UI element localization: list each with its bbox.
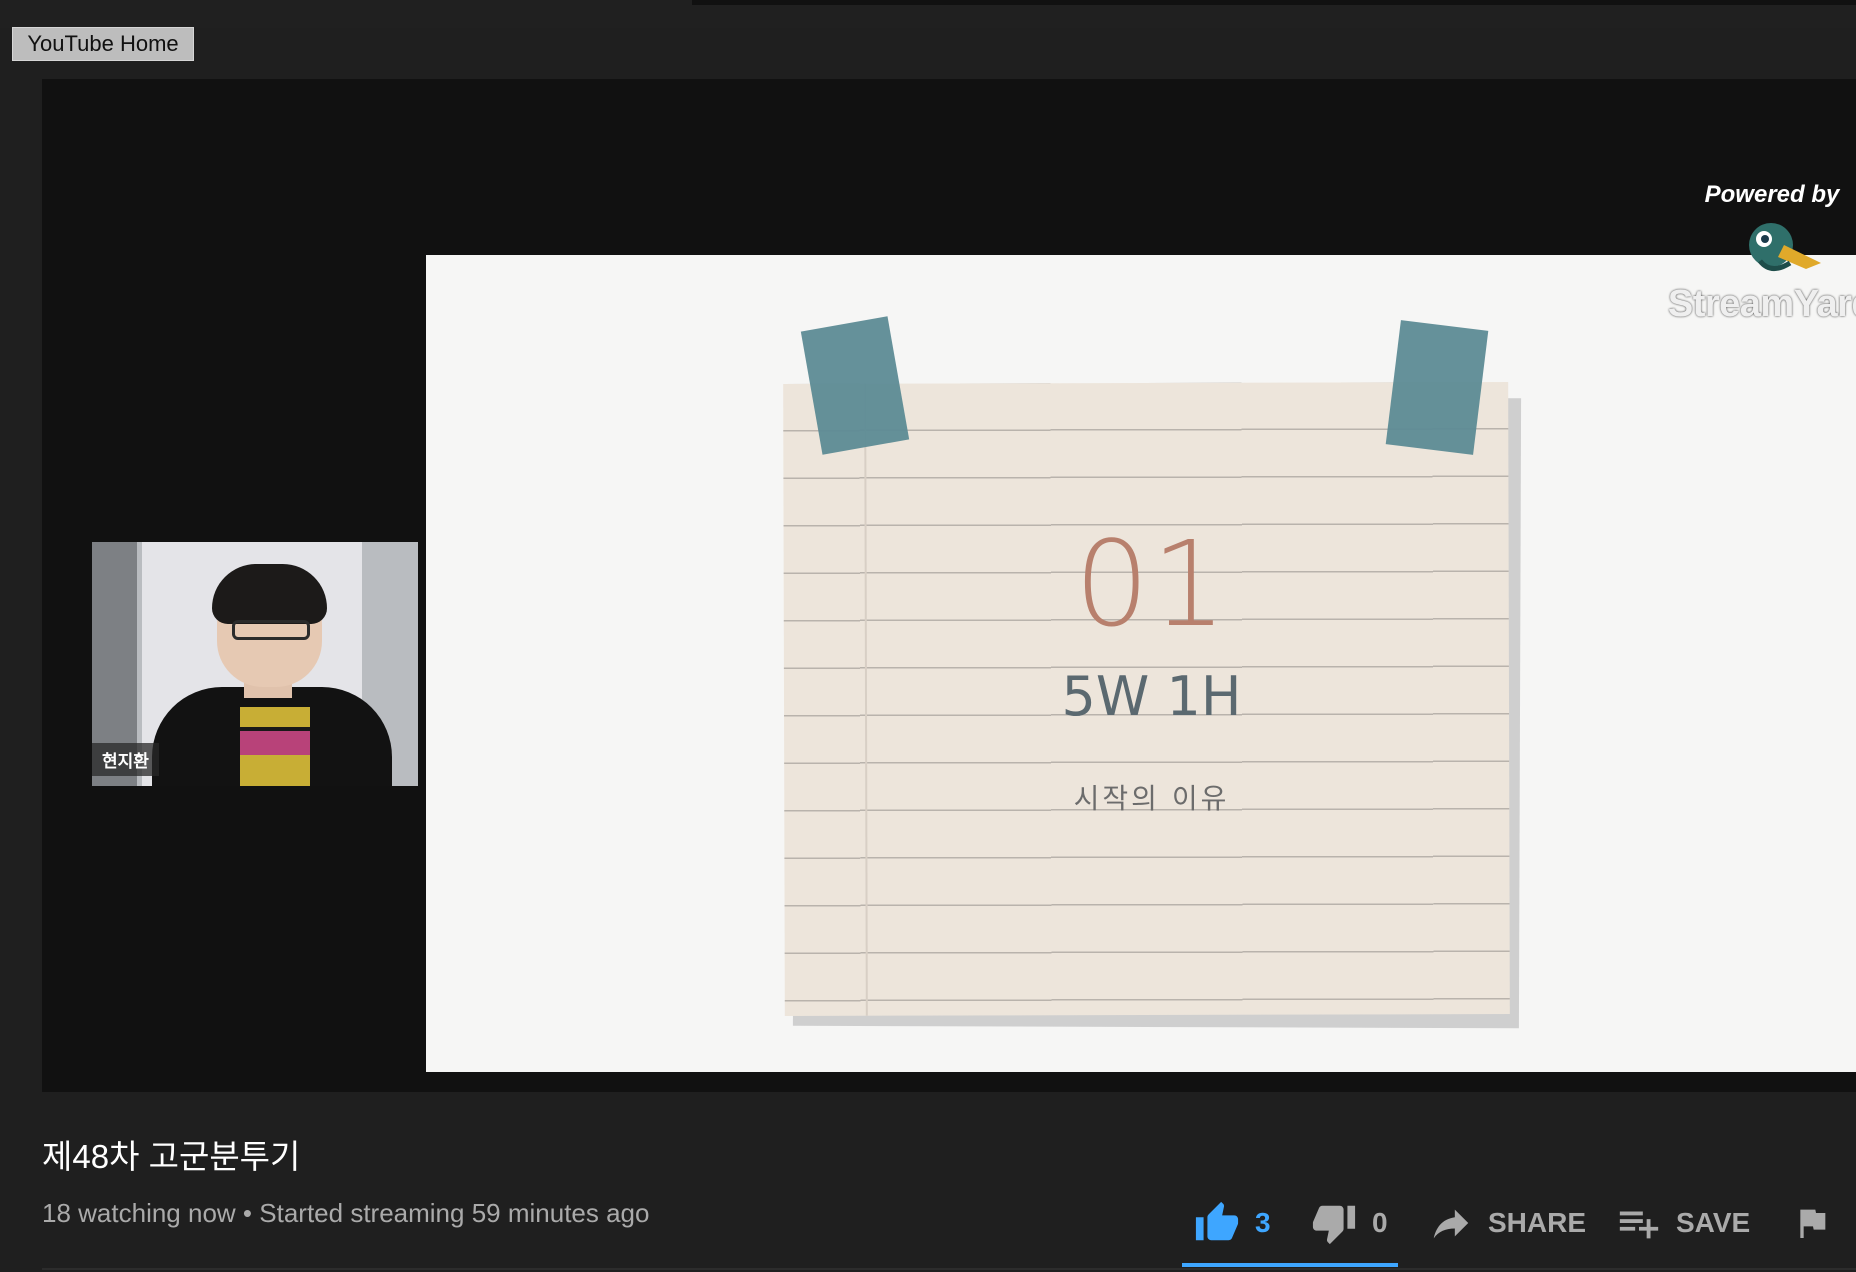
video-meta: 18 watching now • Started streaming 59 m…: [42, 1198, 649, 1229]
thumbs-down-icon: [1312, 1205, 1356, 1245]
dislike-count: 0: [1372, 1207, 1388, 1238]
share-arrow-icon: [1433, 1209, 1469, 1239]
report-button[interactable]: [1792, 1195, 1832, 1251]
slide-number: 01: [1074, 515, 1229, 653]
thumbs-up-icon: [1195, 1201, 1239, 1241]
meta-separator: •: [242, 1198, 253, 1228]
flag-icon: [1800, 1209, 1826, 1238]
bottom-divider: [42, 1268, 1856, 1270]
video-actions: 3 0 SHARE SAVE: [1180, 1195, 1840, 1251]
streamyard-duck-icon: [1749, 223, 1821, 271]
video-player[interactable]: 01 5W 1H 시작의 이유 Powered by StreamYard 현지…: [42, 79, 1856, 1092]
dislike-button[interactable]: 0: [1310, 1195, 1388, 1251]
streamyard-logo: StreamYard: [1666, 219, 1856, 329]
save-button[interactable]: SAVE: [1616, 1195, 1750, 1251]
playlist-add-icon: [1619, 1211, 1659, 1239]
webcam-feed: 현지환: [92, 542, 418, 786]
streamyard-brand-text: StreamYard: [1667, 283, 1856, 325]
like-button[interactable]: 3: [1193, 1195, 1271, 1251]
video-title: 제48차 고군분투기: [42, 1138, 301, 1175]
save-label: SAVE: [1676, 1207, 1751, 1238]
youtube-home-button[interactable]: YouTube Home: [12, 27, 194, 61]
sentiment-bar: [1182, 1263, 1398, 1267]
watching-count: 18 watching now: [42, 1198, 236, 1228]
presenter-hair: [212, 564, 327, 624]
tape-right: [1385, 320, 1489, 455]
share-button[interactable]: SHARE: [1428, 1195, 1586, 1251]
top-divider: [692, 0, 1856, 5]
like-count: 3: [1255, 1207, 1271, 1238]
shirt-print: [240, 707, 310, 786]
presenter-glasses: [232, 620, 310, 640]
share-label: SHARE: [1488, 1207, 1587, 1238]
stream-start-time: Started streaming 59 minutes ago: [259, 1198, 650, 1228]
powered-by-label: Powered by: [1704, 181, 1840, 208]
slide-heading: 5W 1H: [1061, 665, 1242, 728]
presenter-name-tag: 현지환: [92, 743, 159, 776]
presentation-slide: 01 5W 1H 시작의 이유: [426, 255, 1856, 1072]
slide-subheading: 시작의 이유: [1073, 782, 1230, 815]
top-strip: [0, 0, 1856, 28]
